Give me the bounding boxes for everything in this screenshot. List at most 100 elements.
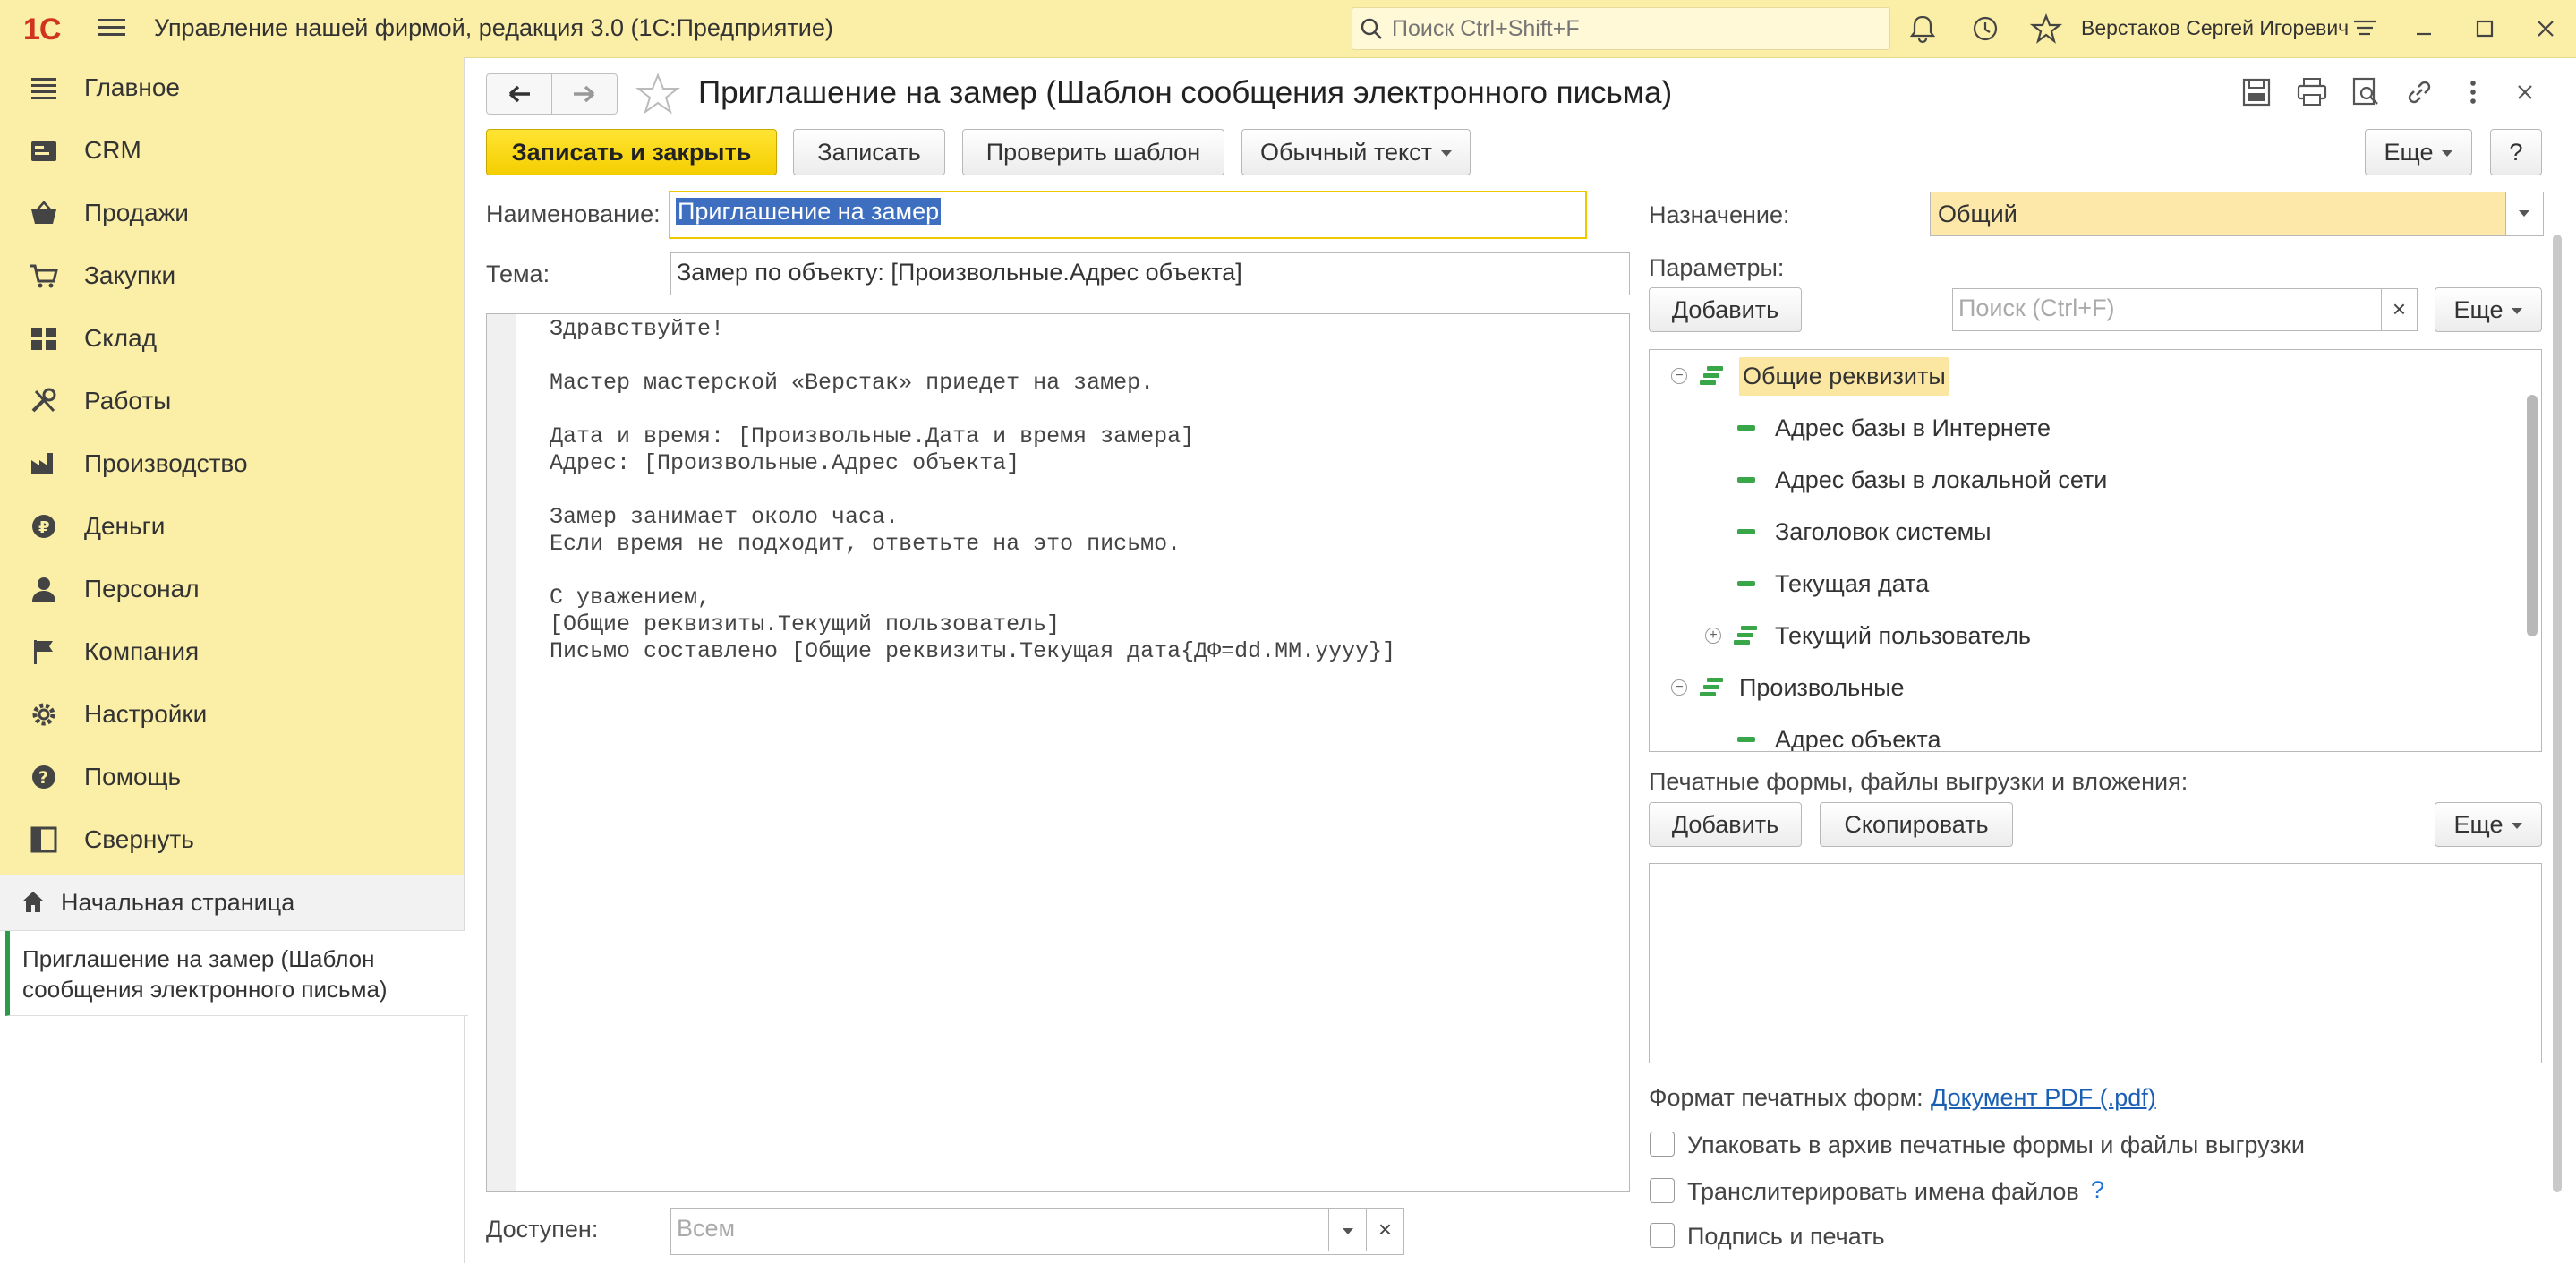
sidebar-item-collapse[interactable]: Свернуть — [0, 811, 464, 868]
attach-more-button[interactable]: Еще — [2435, 802, 2542, 847]
signature-checkbox-label[interactable]: Подпись и печать — [1687, 1223, 1885, 1251]
maximize-icon[interactable] — [2469, 13, 2501, 45]
sidebar-item-main[interactable]: Главное — [0, 59, 464, 116]
save-and-close-button[interactable]: Записать и закрыть — [486, 129, 777, 175]
purpose-select[interactable]: Общий — [1930, 192, 2544, 236]
tree-row[interactable]: Адрес базы в Интернете — [1650, 406, 2509, 452]
attribute-icon — [1737, 529, 1755, 534]
params-search-input[interactable]: Поиск (Ctrl+F) × — [1952, 288, 2418, 331]
more-button[interactable]: Еще — [2365, 129, 2472, 175]
sidebar-item-works[interactable]: Работы — [0, 372, 464, 430]
params-tree: − Общие реквизиты Адрес базы в Интернете… — [1649, 349, 2542, 752]
transliterate-checkbox[interactable] — [1650, 1178, 1675, 1203]
print-format-link[interactable]: Документ PDF (.pdf) — [1931, 1084, 2156, 1112]
archive-checkbox[interactable] — [1650, 1132, 1675, 1157]
purpose-dropdown-button[interactable] — [2505, 192, 2543, 235]
sidebar-item-crm[interactable]: CRM — [0, 122, 464, 179]
sidebar-item-help[interactable]: ? Помощь — [0, 748, 464, 806]
sidebar-item-label: Деньги — [84, 512, 166, 540]
params-search-clear-button[interactable]: × — [2381, 289, 2417, 330]
available-clear-button[interactable]: × — [1366, 1209, 1403, 1251]
form-title: Приглашение на замер (Шаблон сообщения э… — [698, 75, 1673, 110]
add-param-button[interactable]: Добавить — [1649, 287, 1802, 332]
sidebar-item-production[interactable]: Производство — [0, 435, 464, 492]
transliterate-help-icon[interactable]: ? — [2091, 1176, 2104, 1204]
purpose-label: Назначение: — [1649, 201, 1790, 228]
archive-checkbox-label[interactable]: Упаковать в архив печатные формы и файлы… — [1687, 1132, 2305, 1159]
sidebar-item-money[interactable]: ₽ Деньги — [0, 498, 464, 555]
sidebar-item-label: Персонал — [84, 575, 200, 602]
sidebar-item-company[interactable]: Компания — [0, 623, 464, 680]
tree-row[interactable]: + Текущий пользователь — [1650, 613, 2509, 660]
name-input[interactable]: Приглашение на замер — [669, 191, 1587, 239]
app-title: Управление нашей фирмой, редакция 3.0 (1… — [154, 14, 833, 41]
global-search-input[interactable] — [1390, 13, 1877, 44]
sidebar-item-personnel[interactable]: Персонал — [0, 560, 464, 618]
tree-row[interactable]: − Общие реквизиты — [1650, 354, 2509, 400]
more-label: Еще — [2384, 139, 2434, 166]
forward-button[interactable] — [551, 73, 618, 115]
sidebar-item-label: Помощь — [84, 763, 182, 790]
signature-checkbox[interactable] — [1650, 1223, 1675, 1248]
bell-icon[interactable] — [1906, 13, 1939, 45]
open-window-item[interactable]: Приглашение на замер (Шаблон сообщения э… — [5, 931, 468, 1016]
params-more-button[interactable]: Еще — [2435, 287, 2542, 332]
minimize-icon[interactable] — [2408, 13, 2440, 45]
text-format-dropdown[interactable]: Обычный текст — [1241, 129, 1471, 175]
text-format-label: Обычный текст — [1260, 139, 1432, 166]
sidebar-item-warehouse[interactable]: Склад — [0, 310, 464, 367]
user-name[interactable]: Верстаков Сергей Игоревич — [2081, 16, 2349, 40]
transliterate-checkbox-label[interactable]: Транслитерировать имена файлов — [1687, 1178, 2079, 1206]
sidebar-item-label: Настройки — [84, 700, 208, 728]
available-dropdown-button[interactable] — [1328, 1209, 1366, 1251]
help-button[interactable]: ? — [2490, 129, 2542, 175]
tree-row[interactable]: − Произвольные — [1650, 665, 2509, 712]
list-icon — [31, 78, 56, 99]
attach-add-button[interactable]: Добавить — [1649, 802, 1802, 847]
favorites-star-icon[interactable] — [2030, 13, 2062, 45]
expand-toggle-icon[interactable]: + — [1705, 628, 1721, 644]
chevron-down-icon — [2519, 210, 2529, 217]
back-button[interactable] — [486, 73, 552, 115]
sidebar-item-settings[interactable]: Настройки — [0, 686, 464, 743]
collapse-toggle-icon[interactable]: − — [1671, 679, 1687, 696]
close-form-icon[interactable] — [2508, 75, 2542, 109]
sidebar-item-purchases[interactable]: Закупки — [0, 247, 464, 304]
message-body-editor[interactable]: Здравствуйте! Мастер мастерской «Верстак… — [486, 313, 1630, 1192]
history-icon[interactable] — [1969, 13, 2001, 45]
tree-row[interactable]: Адрес объекта — [1650, 717, 2509, 751]
attribute-icon — [1737, 737, 1755, 742]
print-icon[interactable] — [2295, 75, 2329, 109]
home-page-item[interactable]: Начальная страница — [0, 875, 464, 931]
chevron-down-icon — [1440, 150, 1452, 158]
sidebar-item-sales[interactable]: Продажи — [0, 184, 464, 242]
save-button[interactable]: Записать — [793, 129, 945, 175]
main-menu-icon[interactable] — [98, 14, 125, 41]
settings-lines-icon[interactable] — [2349, 13, 2381, 45]
tree-row[interactable]: Заголовок системы — [1650, 509, 2509, 556]
attachments-list[interactable] — [1649, 863, 2542, 1063]
collapse-toggle-icon[interactable]: − — [1671, 368, 1687, 384]
save-disk-icon[interactable] — [2239, 75, 2273, 109]
favorite-star-icon[interactable] — [635, 72, 680, 116]
attach-copy-button[interactable]: Скопировать — [1820, 802, 2013, 847]
tree-row-label: Текущая дата — [1775, 570, 1930, 597]
check-template-button[interactable]: Проверить шаблон — [962, 129, 1224, 175]
more-vertical-icon[interactable] — [2456, 75, 2490, 109]
link-icon[interactable] — [2402, 75, 2436, 109]
available-input[interactable]: Всем × — [670, 1208, 1404, 1255]
sidebar-item-label: Свернуть — [84, 825, 194, 853]
tree-scrollbar[interactable] — [2527, 395, 2538, 636]
preview-icon[interactable] — [2349, 75, 2383, 109]
chevron-down-icon — [1342, 1227, 1353, 1234]
tree-row-label: Общие реквизиты — [1739, 357, 1949, 396]
close-window-icon[interactable] — [2529, 13, 2562, 45]
basket-icon — [31, 201, 56, 224]
tree-row[interactable]: Текущая дата — [1650, 561, 2509, 608]
open-window-label: Приглашение на замер (Шаблон сообщения э… — [22, 945, 388, 1003]
subject-input[interactable]: Замер по объекту: [Произвольные.Адрес об… — [670, 252, 1630, 295]
chevron-down-icon — [2512, 308, 2523, 315]
form-scrollbar[interactable] — [2553, 235, 2562, 1192]
global-search[interactable] — [1352, 7, 1890, 50]
tree-row[interactable]: Адрес базы в локальной сети — [1650, 457, 2509, 504]
